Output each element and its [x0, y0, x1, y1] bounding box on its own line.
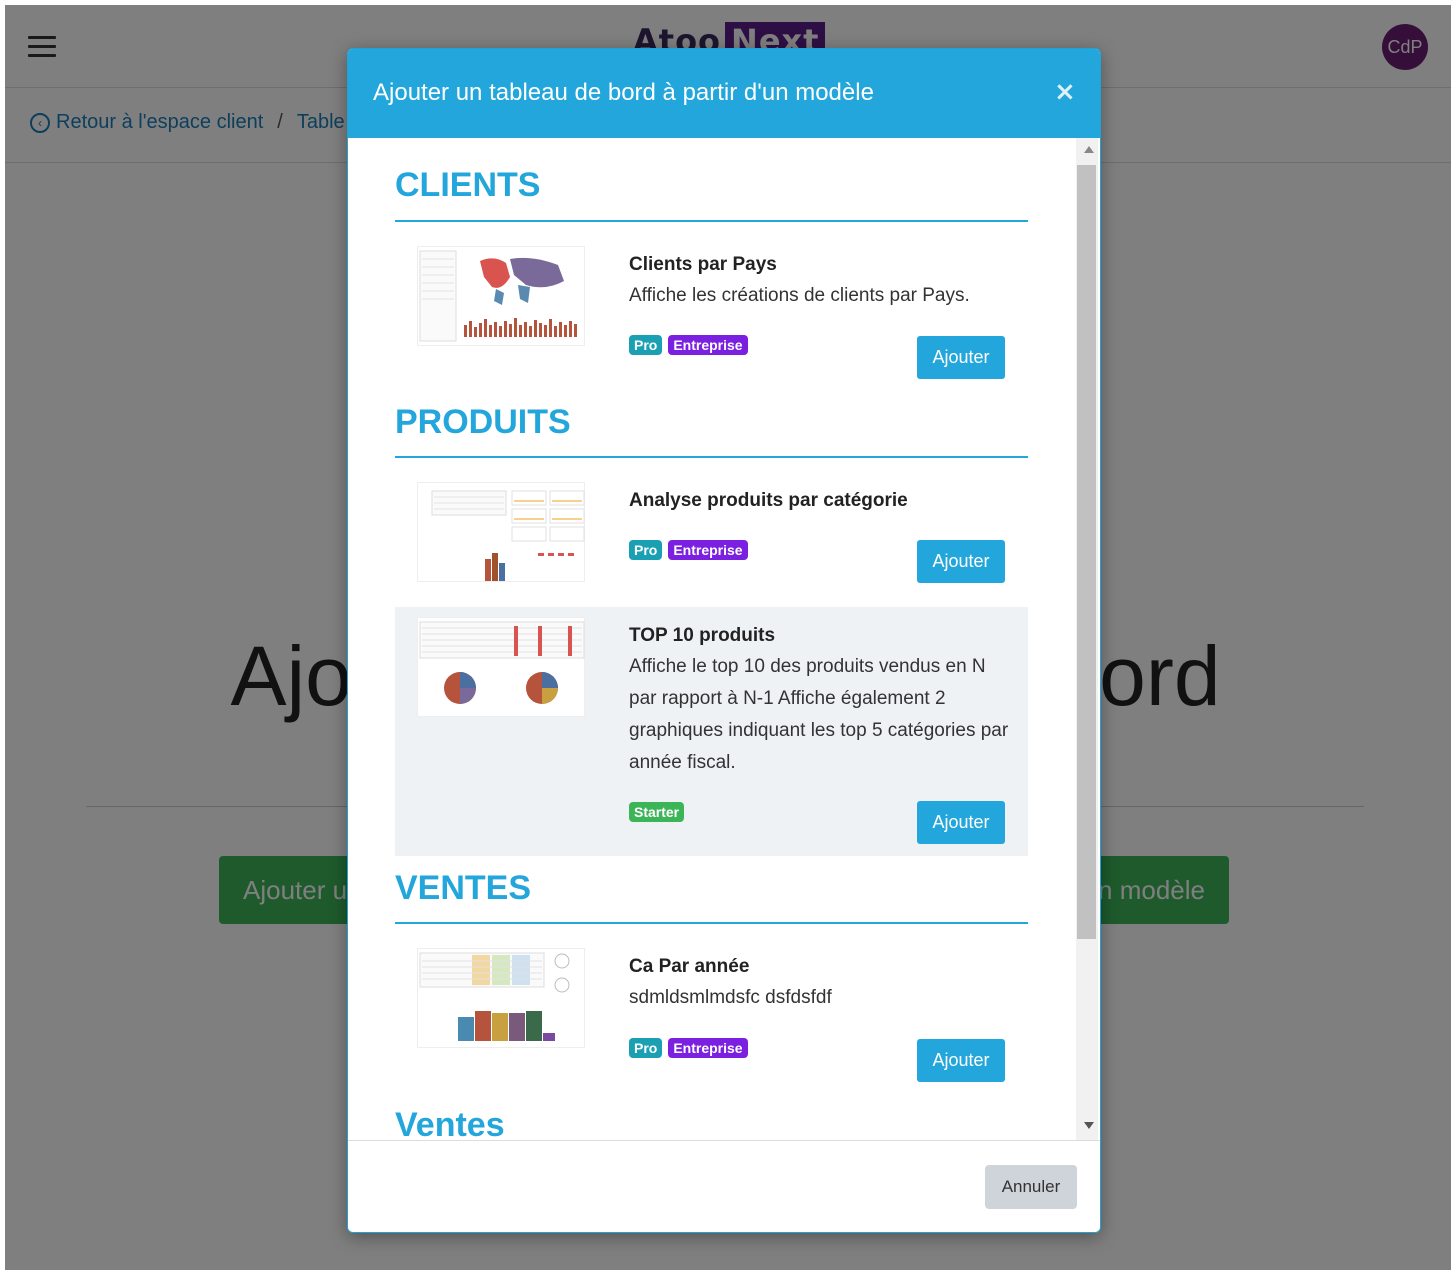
template-card-clients-par-pays: Clients par Pays Affiche les créations d… [395, 238, 1028, 388]
section-divider [395, 456, 1028, 458]
modal-title: Ajouter un tableau de bord à partir d'un… [373, 79, 874, 106]
template-thumbnail [417, 948, 585, 1048]
scroll-down-arrow-icon[interactable] [1084, 1122, 1094, 1129]
template-card-analyse-produits: Analyse produits par catégorie Pro Entre… [395, 474, 1028, 604]
template-thumbnail [417, 482, 585, 582]
plan-badges: Pro Entreprise [629, 540, 748, 560]
template-thumbnail [417, 617, 585, 717]
section-title-clients: CLIENTS [395, 166, 541, 204]
template-description: sdmldsmlmdsfc dsfdsfdf [629, 987, 832, 1008]
badge-pro: Pro [629, 335, 663, 355]
template-card-top10-produits: TOP 10 produits Affiche le top 10 des pr… [395, 607, 1028, 856]
badge-entreprise: Entreprise [668, 335, 748, 355]
badge-entreprise: Entreprise [668, 540, 748, 560]
section-title-ventes: VENTES [395, 869, 532, 907]
plan-badges: Pro Entreprise [629, 335, 748, 355]
add-template-button[interactable]: Ajouter [917, 336, 1005, 379]
edge-top [0, 0, 1451, 5]
template-thumbnail [417, 246, 585, 346]
close-icon[interactable]: × [1054, 77, 1076, 107]
scroll-up-arrow-icon[interactable] [1084, 146, 1094, 153]
add-template-button[interactable]: Ajouter [917, 801, 1005, 844]
plan-badges: Starter [629, 802, 685, 822]
add-template-button[interactable]: Ajouter [917, 1039, 1005, 1082]
section-title-ventes-2: Ventes [395, 1106, 505, 1140]
badge-pro: Pro [629, 540, 663, 560]
scrollbar-thumb[interactable] [1077, 165, 1096, 939]
template-title: Clients par Pays [629, 254, 777, 275]
badge-pro: Pro [629, 1038, 663, 1058]
template-description: Affiche le top 10 des produits vendus en… [629, 656, 1009, 773]
modal-footer: Annuler [348, 1140, 1100, 1232]
template-title: Ca Par année [629, 956, 750, 977]
template-title: TOP 10 produits [629, 625, 776, 646]
plan-badges: Pro Entreprise [629, 1038, 748, 1058]
badge-starter: Starter [629, 802, 685, 822]
badge-entreprise: Entreprise [668, 1038, 748, 1058]
modal-body[interactable]: CLIENTS Clients par Pays Affiche les cré… [348, 138, 1100, 1140]
edge-left [0, 0, 5, 1270]
add-template-button[interactable]: Ajouter [917, 540, 1005, 583]
section-divider [395, 220, 1028, 222]
cancel-button[interactable]: Annuler [985, 1165, 1077, 1209]
section-divider [395, 922, 1028, 924]
template-title: Analyse produits par catégorie [629, 490, 908, 511]
template-description: Affiche les créations de clients par Pay… [629, 285, 970, 306]
modal-header: Ajouter un tableau de bord à partir d'un… [348, 49, 1100, 138]
template-modal: Ajouter un tableau de bord à partir d'un… [347, 48, 1101, 1233]
section-title-produits: PRODUITS [395, 403, 571, 441]
template-card-ca-par-annee: Ca Par année sdmldsmlmdsfc dsfdsfdf Pro … [395, 940, 1028, 1090]
